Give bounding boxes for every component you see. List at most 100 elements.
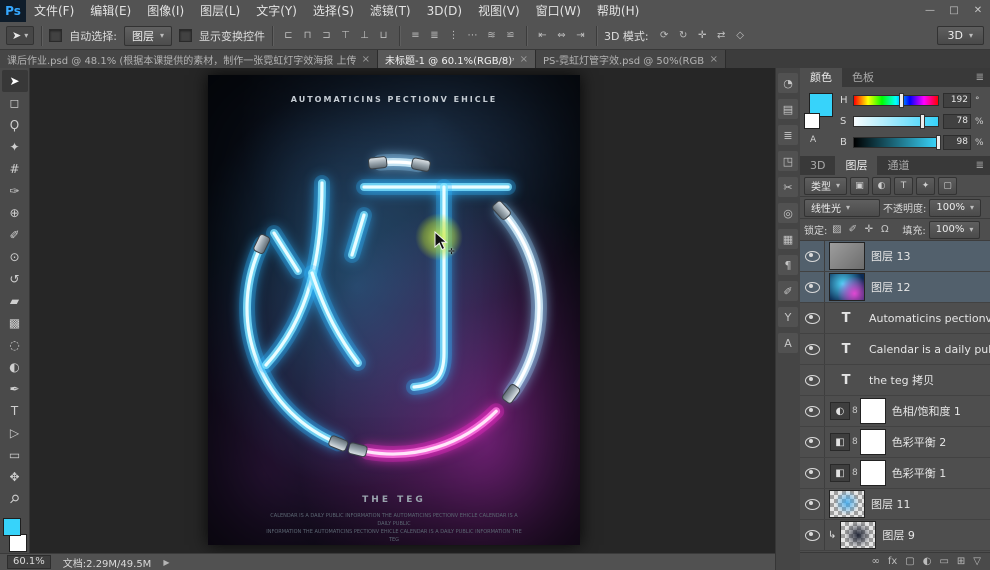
delete-layer-icon[interactable]: ▽	[973, 556, 981, 567]
layer-name[interactable]: 图层 11	[871, 496, 911, 512]
align-icon[interactable]: ⊥	[356, 27, 373, 44]
workspace-switcher[interactable]: 3D ▾	[936, 26, 984, 45]
panel-menu-icon[interactable]: ≣	[976, 156, 990, 175]
layer-thumbnail[interactable]	[829, 242, 865, 270]
layer-filter-dropdown[interactable]: 类型 ▾	[804, 176, 848, 195]
maximize-button[interactable]: □	[942, 0, 966, 22]
layer-row[interactable]: T Automaticins pectionv eh...	[800, 303, 990, 334]
layer-name[interactable]: 图层 12	[871, 279, 911, 295]
eyedropper-tool[interactable]: ✑	[2, 180, 28, 202]
channels-panel-icon[interactable]: ▦	[778, 229, 798, 249]
layer-name[interactable]: 色相/饱和度 1	[892, 403, 961, 419]
layer-visibility-toggle[interactable]	[800, 303, 825, 333]
spacing-icon[interactable]: ⇥	[572, 27, 589, 44]
layer-visibility-toggle[interactable]	[800, 334, 825, 364]
history-panel-icon[interactable]: ◔	[778, 73, 798, 93]
info-panel-icon[interactable]: ◳	[778, 151, 798, 171]
new-layer-icon[interactable]: ⊞	[957, 556, 965, 567]
clone-stamp-tool[interactable]: ⊙	[2, 246, 28, 268]
rectangular-marquee-tool[interactable]: ◻	[2, 92, 28, 114]
menu-item[interactable]: 帮助(H)	[589, 0, 647, 22]
layer-visibility-toggle[interactable]	[800, 458, 825, 488]
align-icon[interactable]: ⊏	[280, 27, 297, 44]
layer-visibility-toggle[interactable]	[800, 365, 825, 395]
menu-item[interactable]: 窗口(W)	[528, 0, 589, 22]
blur-tool[interactable]: ◌	[2, 334, 28, 356]
auto-select-target-dropdown[interactable]: 图层 ▾	[123, 25, 172, 46]
paragraph-panel-icon[interactable]: ¶	[778, 255, 798, 275]
layer-visibility-toggle[interactable]	[800, 427, 825, 457]
canvas-area[interactable]: AUTOMATICINS PECTIONV EHICLE THE TEG CAL…	[30, 68, 775, 553]
layer-row[interactable]: T the teg 拷贝	[800, 365, 990, 396]
tab-close-icon[interactable]: ×	[710, 54, 718, 65]
layer-visibility-toggle[interactable]	[800, 489, 825, 519]
background-color-swatch[interactable]	[804, 113, 820, 129]
type-tool[interactable]: T	[2, 400, 28, 422]
panel-tab[interactable]: 3D	[800, 156, 835, 175]
current-tool-badge[interactable]: ➤ ▾	[6, 26, 35, 45]
menu-item[interactable]: 选择(S)	[305, 0, 362, 22]
layer-visibility-toggle[interactable]	[800, 396, 825, 426]
menu-item[interactable]: 3D(D)	[419, 0, 470, 22]
layer-name[interactable]: Automaticins pectionv eh...	[869, 312, 990, 325]
new-group-icon[interactable]: ▭	[939, 556, 948, 567]
layer-thumbnail[interactable]	[829, 273, 865, 301]
adjustments-panel-icon[interactable]: ▤	[778, 99, 798, 119]
lock-pixels-icon[interactable]: ✐	[846, 224, 859, 235]
crop-tool[interactable]: #	[2, 158, 28, 180]
opacity-field[interactable]: 100% ▾	[929, 198, 981, 217]
tab-close-icon[interactable]: ×	[362, 54, 370, 65]
panel-tab[interactable]: 颜色	[800, 68, 842, 87]
close-button[interactable]: ✕	[966, 0, 990, 22]
brightness-value[interactable]: 98	[943, 135, 971, 150]
move-tool[interactable]: ➤	[1, 70, 28, 92]
mask-link-icon[interactable]: 8	[852, 468, 858, 478]
layer-visibility-toggle[interactable]	[800, 272, 825, 302]
path-selection-tool[interactable]: ▷	[2, 422, 28, 444]
zoom-level-field[interactable]: 60.1%	[7, 555, 51, 569]
layer-name[interactable]: 图层 9	[882, 527, 915, 543]
layer-row[interactable]: 图层 11	[800, 489, 990, 520]
layer-row[interactable]: ↳ 图层 9	[800, 520, 990, 551]
layer-row[interactable]: 图层 12	[800, 272, 990, 303]
lock-position-icon[interactable]: ✛	[862, 224, 875, 235]
menu-item[interactable]: 编辑(E)	[82, 0, 139, 22]
healing-brush-tool[interactable]: ⊕	[2, 202, 28, 224]
distribute-icon[interactable]: ≌	[502, 27, 519, 44]
layer-mask-thumbnail[interactable]	[859, 460, 886, 486]
hand-tool[interactable]: ✥	[2, 466, 28, 488]
clone-source-panel-icon[interactable]: Y	[778, 307, 798, 327]
minimize-button[interactable]: —	[918, 0, 942, 22]
document-tab[interactable]: PS-霓虹灯管字效.psd @ 50%(RGB/... ×	[536, 50, 726, 68]
show-transform-checkbox[interactable]	[178, 29, 192, 42]
mask-link-icon[interactable]: 8	[852, 437, 858, 447]
layer-name[interactable]: 色彩平衡 2	[892, 434, 947, 450]
filter-shape-layers-icon[interactable]: ✦	[916, 176, 936, 195]
layer-name[interactable]: Calendar is a daily public...	[869, 343, 990, 356]
layer-row[interactable]: 图层 13	[800, 241, 990, 272]
distribute-icon[interactable]: ≋	[483, 27, 500, 44]
link-layers-icon[interactable]: ∞	[871, 556, 879, 567]
3d-panel-icon[interactable]: ◎	[778, 203, 798, 223]
new-adjustment-layer-icon[interactable]: ◐	[923, 556, 932, 567]
lock-all-icon[interactable]: Ω	[878, 224, 891, 235]
layer-row[interactable]: ◧ 8 色彩平衡 1	[800, 458, 990, 489]
brightness-slider[interactable]	[853, 135, 942, 150]
menu-item[interactable]: 视图(V)	[470, 0, 528, 22]
status-options-arrow-icon[interactable]: ▶	[163, 558, 169, 567]
add-mask-icon[interactable]: ▢	[905, 556, 914, 567]
document-tab[interactable]: 未标题-1 @ 60.1%(RGB/8)* ×	[378, 50, 536, 68]
tab-close-icon[interactable]: ×	[520, 54, 528, 65]
filter-pixel-layers-icon[interactable]: ▣	[850, 176, 870, 195]
saturation-value[interactable]: 78	[943, 114, 971, 129]
layer-name[interactable]: 图层 13	[871, 248, 911, 264]
background-color-swatch[interactable]	[8, 534, 27, 552]
menu-item[interactable]: 图层(L)	[192, 0, 248, 22]
adjustment-layer-icon[interactable]: ◧	[830, 464, 850, 482]
panel-tab[interactable]: 图层	[835, 156, 878, 175]
3d-mode-icon[interactable]: ↻	[675, 27, 692, 44]
panel-tab[interactable]: 色板	[842, 68, 884, 87]
menu-item[interactable]: 图像(I)	[139, 0, 192, 22]
gradient-tool[interactable]: ▩	[2, 312, 28, 334]
slider-thumb[interactable]	[898, 93, 904, 108]
